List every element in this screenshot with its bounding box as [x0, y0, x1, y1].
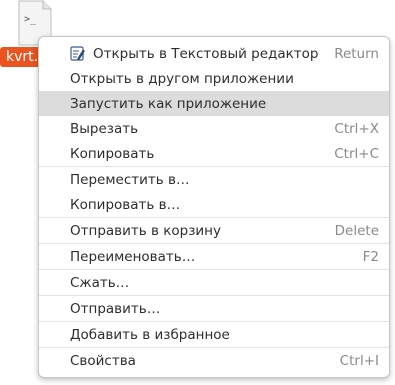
menu-item-properties[interactable]: Свойства Ctrl+I	[39, 348, 389, 373]
menu-item-add-to-favorites[interactable]: Добавить в избранное	[39, 322, 389, 347]
menu-item-label: Копировать	[70, 145, 155, 162]
menu-item-move-to-trash[interactable]: Отправить в корзину Delete	[39, 218, 389, 243]
menu-item-label: Копировать в…	[70, 196, 181, 213]
menu-item-label: Добавить в избранное	[70, 326, 230, 343]
text-editor-icon	[70, 46, 85, 61]
context-menu: Открыть в Текстовый редактор Return Откр…	[38, 36, 390, 378]
menu-item-label: Свойства	[70, 352, 136, 369]
menu-item-label: Открыть в другом приложении	[70, 70, 294, 87]
menu-item-accel: Ctrl+C	[334, 145, 379, 162]
menu-item-label: Отправить…	[70, 300, 161, 317]
menu-item-open-with-other-app[interactable]: Открыть в другом приложении	[39, 66, 389, 91]
menu-item-copy[interactable]: Копировать Ctrl+C	[39, 141, 389, 166]
menu-item-copy-to[interactable]: Копировать в…	[39, 192, 389, 217]
menu-item-compress[interactable]: Сжать…	[39, 270, 389, 295]
menu-item-label: Переименовать…	[70, 248, 196, 265]
menu-item-send-to[interactable]: Отправить…	[39, 296, 389, 321]
menu-item-open-in-text-editor[interactable]: Открыть в Текстовый редактор Return	[39, 41, 389, 66]
menu-item-run-as-program[interactable]: Запустить как приложение	[39, 91, 389, 116]
menu-item-accel: Return	[334, 45, 379, 62]
menu-item-label: Отправить в корзину	[70, 222, 221, 239]
menu-item-cut[interactable]: Вырезать Ctrl+X	[39, 116, 389, 141]
menu-item-label: Запустить как приложение	[70, 95, 267, 112]
svg-text:>_: >_	[24, 14, 37, 25]
menu-item-accel: Ctrl+X	[334, 120, 379, 137]
menu-item-accel: F2	[362, 248, 379, 265]
desktop: >_ kvrt. Открыть в Текстовый редактор Re…	[0, 0, 395, 385]
menu-item-rename[interactable]: Переименовать… F2	[39, 244, 389, 269]
menu-item-label: Сжать…	[70, 274, 130, 291]
menu-item-label: Вырезать	[70, 120, 139, 137]
menu-item-label: Переместить в…	[70, 171, 190, 188]
menu-item-move-to[interactable]: Переместить в…	[39, 167, 389, 192]
menu-item-accel: Delete	[334, 222, 379, 239]
menu-item-accel: Ctrl+I	[339, 352, 379, 369]
menu-item-label: Открыть в Текстовый редактор	[93, 45, 319, 62]
